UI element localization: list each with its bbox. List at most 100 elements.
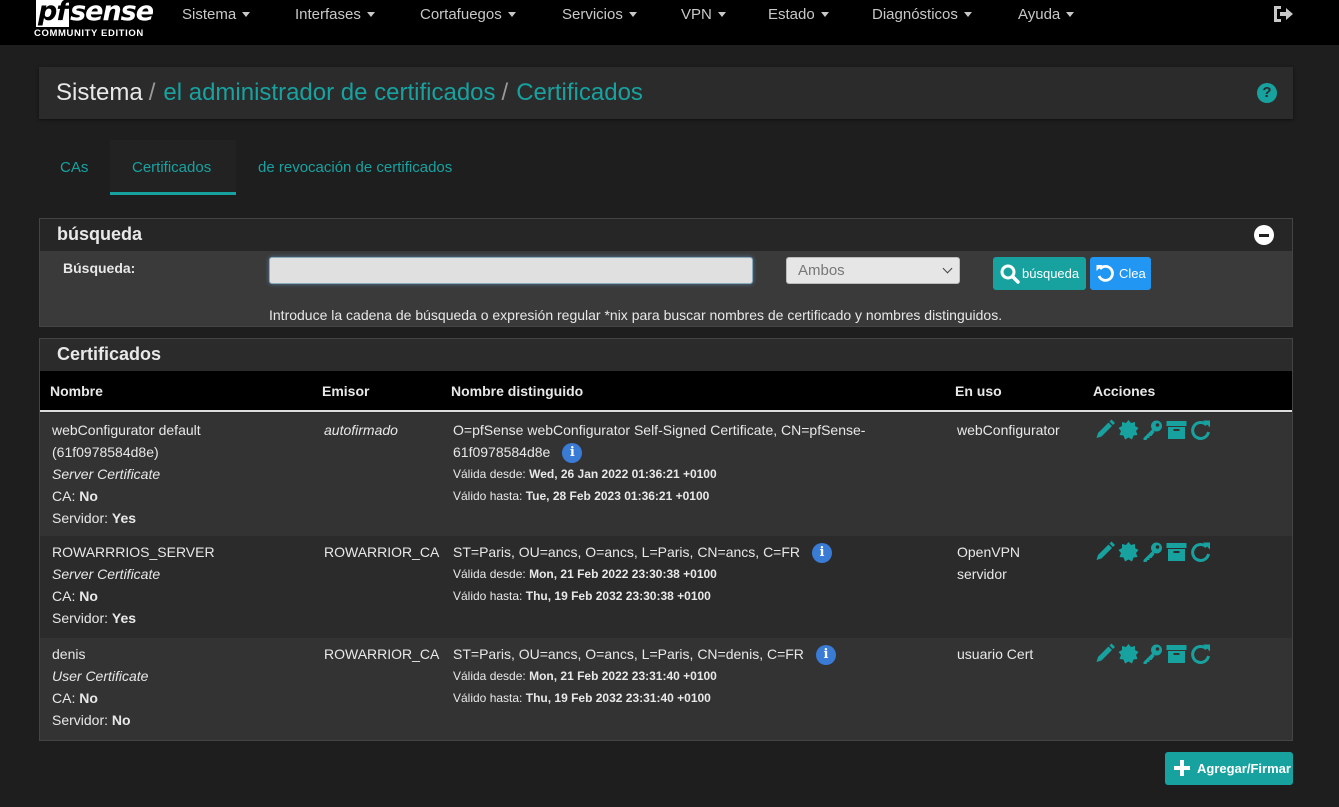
cert-id: (61f0978584d8e) [52, 444, 159, 460]
refresh-icon[interactable] [1189, 541, 1212, 563]
breadcrumb-certificados-link[interactable]: Certificados [516, 79, 643, 106]
cert-name-cell: denis User Certificate CA: No Servidor: … [52, 643, 148, 731]
column-header-dn[interactable]: Nombre distinguido [451, 383, 583, 399]
tab-cas[interactable]: CAs [60, 159, 88, 176]
chevron-down-icon [942, 263, 953, 274]
search-panel-title: búsqueda [57, 224, 143, 244]
cert-in-use: webConfigurator [957, 422, 1060, 438]
cert-name-cell: ROWARRRIOS_SERVER Server Certificate CA:… [52, 541, 215, 629]
breadcrumb-separator: / [148, 79, 156, 106]
cert-valid-from: Válida desde: Mon, 21 Feb 2022 23:31:40 … [453, 669, 717, 684]
clear-button-label: Clea [1119, 266, 1146, 281]
search-scope-value: Ambos [798, 262, 845, 279]
nav-interfases[interactable]: Interfases [295, 6, 375, 23]
logo-sense: sense [70, 0, 154, 27]
cert-type: Server Certificate [52, 566, 161, 582]
cert-issuer: autofirmado [324, 422, 398, 438]
nav-servicios[interactable]: Servicios [562, 6, 637, 23]
pencil-icon[interactable] [1093, 643, 1116, 665]
question-circle-icon[interactable]: ? [1257, 83, 1277, 103]
caret-down-icon [366, 11, 375, 17]
archive-icon[interactable] [1165, 419, 1188, 441]
caret-down-icon [242, 11, 251, 17]
caret-down-icon [717, 11, 726, 17]
info-icon[interactable]: i [812, 543, 833, 564]
search-scope-select[interactable]: Ambos [786, 257, 960, 284]
row-actions [1093, 419, 1212, 441]
caret-down-icon [507, 11, 516, 17]
cert-type: Server Certificate [52, 466, 161, 482]
row-actions [1093, 541, 1212, 563]
cert-dn-line1: O=pfSense webConfigurator Self-Signed Ce… [453, 422, 866, 438]
cert-issuer: ROWARRIOR_CA [324, 544, 440, 560]
tab-revocacion[interactable]: de revocación de certificados [258, 159, 452, 176]
archive-icon[interactable] [1165, 643, 1188, 665]
nav-vpn[interactable]: VPN [681, 6, 726, 23]
key-icon[interactable] [1141, 541, 1164, 563]
minus-circle-icon[interactable] [1254, 225, 1274, 245]
search-input[interactable] [269, 257, 753, 284]
caret-down-icon [628, 11, 637, 17]
undo-icon [1096, 264, 1114, 282]
cert-name: denis [52, 646, 86, 662]
add-sign-button[interactable]: Agregar/Firmar [1165, 752, 1293, 785]
table-row: webConfigurator default (61f0978584d8e) … [40, 413, 1292, 536]
cert-in-use: OpenVPN servidor [957, 544, 1021, 582]
info-icon[interactable]: i [815, 645, 836, 666]
table-header: Nombre Emisor Nombre distinguido En uso … [40, 371, 1292, 412]
tab-certificados[interactable]: Certificados [132, 159, 211, 176]
column-header-acciones: Acciones [1093, 383, 1156, 399]
column-header-en-uso[interactable]: En uso [955, 383, 1002, 399]
archive-icon[interactable] [1165, 541, 1188, 563]
cert-ca: CA: No [52, 488, 98, 504]
cert-server: Servidor: No [52, 712, 131, 728]
caret-down-icon [1066, 11, 1075, 17]
column-header-emisor[interactable]: Emisor [322, 383, 369, 399]
key-icon[interactable] [1141, 643, 1164, 665]
certificate-icon[interactable] [1117, 541, 1140, 563]
cert-in-use: usuario Cert [957, 646, 1034, 662]
sign-out-icon[interactable] [1272, 4, 1294, 24]
certificates-panel-title: Certificados [57, 344, 162, 364]
cert-issuer: ROWARRIOR_CA [324, 646, 440, 662]
caret-down-icon [963, 11, 972, 17]
table-row: denis User Certificate CA: No Servidor: … [40, 638, 1292, 740]
certificate-icon[interactable] [1117, 643, 1140, 665]
nav-estado[interactable]: Estado [768, 6, 829, 23]
cert-dn-line1: ST=Paris, OU=ancs, O=ancs, L=Paris, CN=a… [453, 544, 801, 560]
nav-ayuda[interactable]: Ayuda [1018, 6, 1075, 23]
search-button[interactable]: búsqueda [993, 257, 1086, 290]
pencil-icon[interactable] [1093, 541, 1116, 563]
search-label: Búsqueda: [63, 260, 136, 276]
nav-cortafuegos[interactable]: Cortafuegos [420, 6, 516, 23]
clear-button[interactable]: Clea [1090, 257, 1151, 290]
cert-valid-to: Válido hasta: Tue, 28 Feb 2023 01:36:21 … [453, 489, 710, 504]
column-header-nombre[interactable]: Nombre [50, 383, 103, 399]
cert-name-cell: webConfigurator default (61f0978584d8e) … [52, 419, 201, 529]
cert-valid-to: Válido hasta: Thu, 19 Feb 2032 23:31:40 … [453, 691, 711, 706]
pencil-icon[interactable] [1093, 419, 1116, 441]
breadcrumb-panel: Sistema / el administrador de certificados… [39, 67, 1293, 119]
cert-name: ROWARRRIOS_SERVER [52, 544, 215, 560]
refresh-icon[interactable] [1189, 643, 1212, 665]
refresh-icon[interactable] [1189, 419, 1212, 441]
nav-diagnosticos[interactable]: Diagnósticos [872, 6, 972, 23]
pfsense-logo[interactable]: pf sense COMMUNITY EDITION [34, 0, 154, 40]
cert-name: webConfigurator default [52, 422, 201, 438]
top-navbar: pf sense COMMUNITY EDITION Sistema Interf… [0, 0, 1339, 45]
cert-dn-line1: ST=Paris, OU=ancs, O=ancs, L=Paris, CN=d… [453, 646, 804, 662]
search-help-text: Introduce la cadena de búsqueda o expres… [269, 307, 1003, 323]
cert-dn-line2: 61f0978584d8e [453, 444, 551, 460]
cert-server: Servidor: Yes [52, 610, 137, 626]
info-icon[interactable]: i [562, 443, 583, 464]
search-icon [1000, 264, 1020, 284]
certificate-icon[interactable] [1117, 419, 1140, 441]
search-button-label: búsqueda [1022, 266, 1080, 281]
cert-valid-from: Válida desde: Wed, 26 Jan 2022 01:36:21 … [453, 467, 717, 482]
cert-dn-cell: ST=Paris, OU=ancs, O=ancs, L=Paris, CN=d… [453, 643, 836, 709]
breadcrumb-cert-manager-link[interactable]: el administrador de certificados [163, 79, 495, 106]
logo-pf: pf [36, 0, 70, 27]
logo-subtitle: COMMUNITY EDITION [34, 28, 144, 39]
key-icon[interactable] [1141, 419, 1164, 441]
nav-sistema[interactable]: Sistema [182, 6, 251, 23]
